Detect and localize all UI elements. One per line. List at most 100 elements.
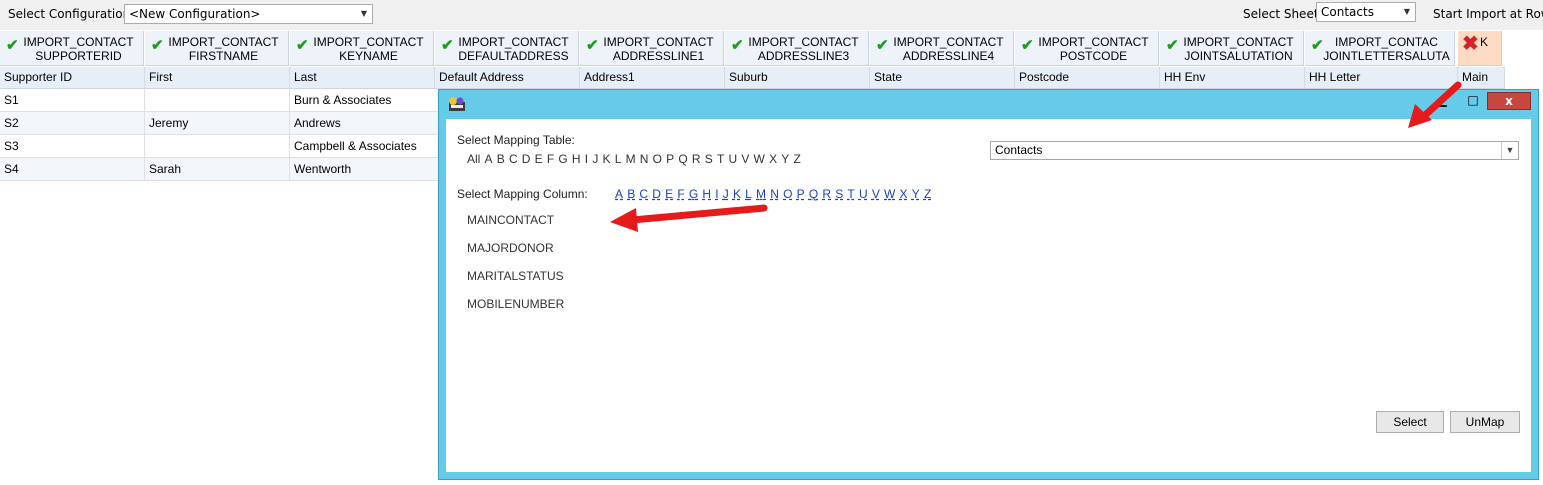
- checkmark-icon: ✔: [6, 37, 19, 54]
- column-option[interactable]: MAJORDONOR: [467, 241, 554, 255]
- table-letter-f[interactable]: F: [547, 152, 554, 166]
- column-letter-w[interactable]: W: [884, 187, 895, 201]
- column-header-mapped[interactable]: ✔ IMPORT_CONTACT DEFAULTADDRESS: [435, 31, 579, 66]
- column-name: Last: [290, 67, 435, 89]
- column-letter-c[interactable]: C: [639, 187, 648, 201]
- table-letter-u[interactable]: U: [728, 152, 737, 166]
- table-letter-b[interactable]: B: [497, 152, 505, 166]
- column-letter-p[interactable]: P: [797, 187, 805, 201]
- column-letter-k[interactable]: K: [733, 187, 741, 201]
- column-name: First: [145, 67, 290, 89]
- header-line2: ADDRESSLINE1: [612, 49, 705, 63]
- table-letter-w[interactable]: W: [754, 152, 765, 166]
- table-row[interactable]: S1 Burn & Associates: [0, 89, 440, 112]
- table-letter-l[interactable]: L: [615, 152, 622, 166]
- table-letter-z[interactable]: Z: [793, 152, 800, 166]
- column-letter-o[interactable]: O: [783, 187, 792, 201]
- header-line1: IMPORT_CONTACT: [748, 35, 859, 49]
- header-line2: JOINTSALUTATION: [1184, 49, 1293, 63]
- column-name: Main: [1458, 67, 1505, 89]
- table-cell: S1: [0, 89, 145, 112]
- header-line1: IMPORT_CONTACT: [168, 35, 279, 49]
- column-letter-t[interactable]: T: [847, 187, 854, 201]
- column-header-mapped[interactable]: ✔ IMPORT_CONTACT JOINTSALUTATION: [1160, 31, 1304, 66]
- column-header-mapped[interactable]: ✔ IMPORT_CONTAC JOINTLETTERSALUTA: [1305, 31, 1455, 66]
- column-letter-h[interactable]: H: [702, 187, 711, 201]
- select-button[interactable]: Select: [1376, 411, 1444, 433]
- header-line1: IMPORT_CONTACT: [893, 35, 1004, 49]
- table-row[interactable]: S3 Campbell & Associates: [0, 135, 440, 158]
- table-cell: S4: [0, 158, 145, 181]
- column-letter-u[interactable]: U: [859, 187, 868, 201]
- column-letter-s[interactable]: S: [835, 187, 843, 201]
- close-button[interactable]: x: [1487, 92, 1531, 110]
- column-name: Default Address: [435, 67, 580, 89]
- table-letter-p[interactable]: P: [666, 152, 674, 166]
- column-letter-i[interactable]: I: [715, 187, 718, 201]
- column-header-mapped[interactable]: ✔ IMPORT_CONTACT FIRSTNAME: [145, 31, 289, 66]
- header-line1: IMPORT_CONTACT: [23, 35, 134, 49]
- table-letter-o[interactable]: O: [653, 152, 662, 166]
- table-letter-q[interactable]: Q: [678, 152, 687, 166]
- table-letter-v[interactable]: V: [741, 152, 749, 166]
- minimize-button[interactable]: ▁: [1428, 92, 1456, 110]
- column-letter-j[interactable]: J: [723, 187, 729, 201]
- table-letter-y[interactable]: Y: [781, 152, 789, 166]
- column-header-mapped[interactable]: ✔ IMPORT_CONTACT SUPPORTERID: [0, 31, 144, 66]
- table-letter-i[interactable]: I: [585, 152, 588, 166]
- column-letter-f[interactable]: F: [677, 187, 684, 201]
- table-letter-all[interactable]: All: [467, 152, 480, 166]
- header-line2: ADDRESSLINE4: [902, 49, 995, 63]
- column-letter-v[interactable]: V: [872, 187, 880, 201]
- column-header-mapped[interactable]: ✔ IMPORT_CONTACT POSTCODE: [1015, 31, 1159, 66]
- table-cell: [145, 135, 290, 158]
- table-letter-x[interactable]: X: [769, 152, 777, 166]
- table-letter-s[interactable]: S: [705, 152, 713, 166]
- sheet-dropdown[interactable]: Contacts ▼: [1316, 2, 1416, 22]
- table-letter-a[interactable]: A: [485, 152, 493, 166]
- column-letter-r[interactable]: R: [822, 187, 831, 201]
- checkmark-icon: ✔: [441, 37, 454, 54]
- table-row[interactable]: S4 Sarah Wentworth: [0, 158, 440, 181]
- table-letter-e[interactable]: E: [535, 152, 543, 166]
- table-row[interactable]: S2 Jeremy Andrews: [0, 112, 440, 135]
- column-option[interactable]: MARITALSTATUS: [467, 269, 564, 283]
- column-letter-b[interactable]: B: [627, 187, 635, 201]
- column-letter-l[interactable]: L: [745, 187, 752, 201]
- table-letter-g[interactable]: G: [558, 152, 567, 166]
- column-header-mapped[interactable]: ✔ IMPORT_CONTACT KEYNAME: [290, 31, 434, 66]
- table-letter-n[interactable]: N: [640, 152, 649, 166]
- column-letter-m[interactable]: M: [756, 187, 766, 201]
- configuration-value: <New Configuration>: [129, 7, 261, 21]
- chevron-down-icon: ▼: [1403, 7, 1410, 16]
- column-header-mapped[interactable]: ✔ IMPORT_CONTACT ADDRESSLINE4: [870, 31, 1014, 66]
- column-option[interactable]: MAINCONTACT: [467, 213, 554, 227]
- table-letter-r[interactable]: R: [692, 152, 701, 166]
- column-letter-n[interactable]: N: [770, 187, 779, 201]
- column-letter-d[interactable]: D: [652, 187, 661, 201]
- column-header-mapped[interactable]: ✔ IMPORT_CONTACT ADDRESSLINE3: [725, 31, 869, 66]
- column-letter-e[interactable]: E: [665, 187, 673, 201]
- column-header-unmapped[interactable]: ✖ K: [1458, 31, 1502, 66]
- table-letter-m[interactable]: M: [626, 152, 636, 166]
- table-letter-c[interactable]: C: [509, 152, 518, 166]
- table-letter-k[interactable]: K: [603, 152, 611, 166]
- column-letter-q[interactable]: Q: [809, 187, 818, 201]
- chevron-down-icon: ▼: [1501, 142, 1518, 159]
- mapping-table-dropdown[interactable]: Contacts ▼: [990, 141, 1519, 160]
- column-letter-y[interactable]: Y: [912, 187, 920, 201]
- column-option[interactable]: MOBILENUMBER: [467, 297, 564, 311]
- column-header-mapped[interactable]: ✔ IMPORT_CONTACT ADDRESSLINE1: [580, 31, 724, 66]
- table-letter-t[interactable]: T: [717, 152, 724, 166]
- unmap-button[interactable]: UnMap: [1450, 411, 1520, 433]
- column-letter-g[interactable]: G: [689, 187, 698, 201]
- column-letter-a[interactable]: A: [615, 187, 623, 201]
- table-letter-j[interactable]: J: [592, 152, 598, 166]
- header-line1: IMPORT_CONTACT: [313, 35, 424, 49]
- column-letter-x[interactable]: X: [900, 187, 908, 201]
- table-letter-d[interactable]: D: [522, 152, 531, 166]
- configuration-dropdown[interactable]: <New Configuration> ▼: [124, 4, 373, 24]
- column-letter-z[interactable]: Z: [924, 187, 931, 201]
- table-letter-h[interactable]: H: [572, 152, 581, 166]
- maximize-button[interactable]: □: [1459, 92, 1487, 110]
